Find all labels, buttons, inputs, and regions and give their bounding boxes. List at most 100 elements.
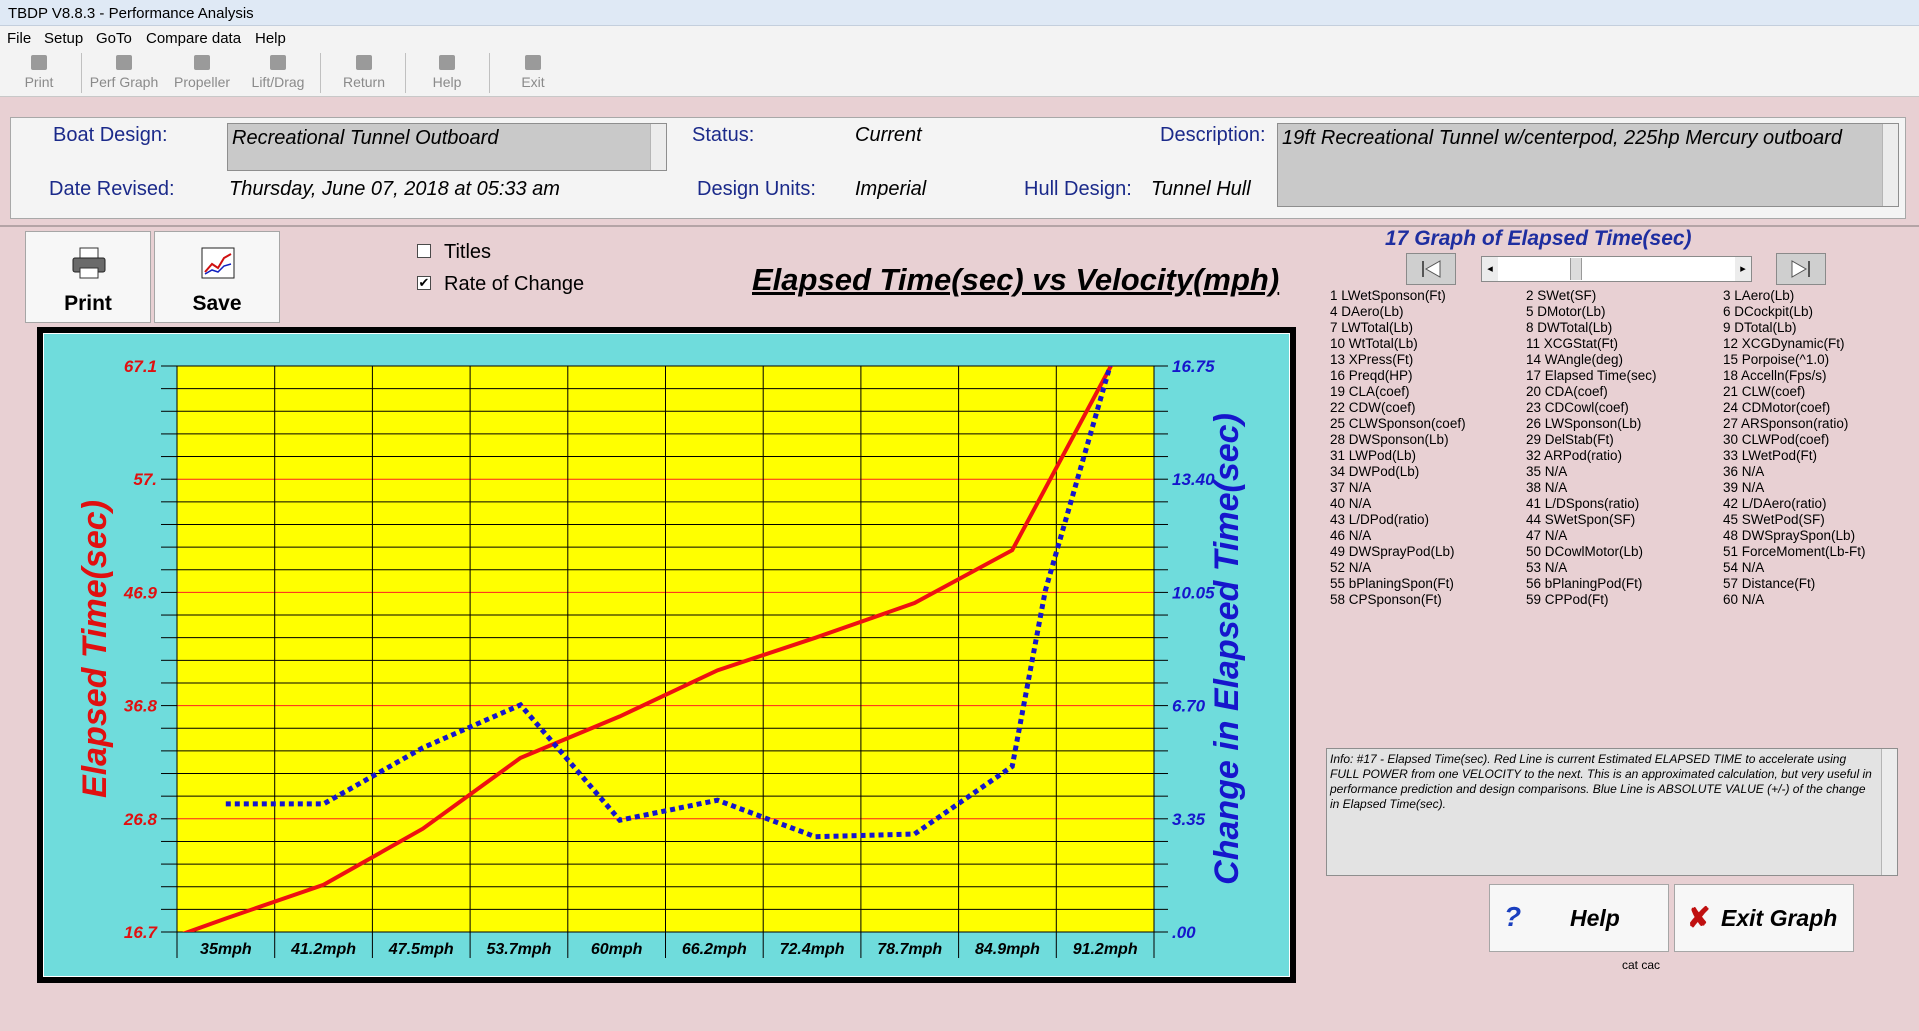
parameter-item[interactable]: 57 Distance(Ft) bbox=[1723, 576, 1815, 592]
parameter-item[interactable]: 12 XCGDynamic(Ft) bbox=[1723, 336, 1845, 352]
info-scrollbar[interactable] bbox=[1881, 749, 1897, 875]
parameter-item[interactable]: 36 N/A bbox=[1723, 464, 1764, 480]
parameter-item[interactable]: 25 CLWSponson(coef) bbox=[1330, 416, 1466, 432]
parameter-item[interactable]: 58 CPSponson(Ft) bbox=[1330, 592, 1442, 608]
window-titlebar: TBDP V8.8.3 - Performance Analysis bbox=[0, 0, 1919, 26]
parameter-item[interactable]: 55 bPlaningSpon(Ft) bbox=[1330, 576, 1454, 592]
parameter-item[interactable]: 6 DCockpit(Lb) bbox=[1723, 304, 1813, 320]
parameter-item[interactable]: 24 CDMotor(coef) bbox=[1723, 400, 1830, 416]
parameter-item[interactable]: 13 XPress(Ft) bbox=[1330, 352, 1413, 368]
parameter-item[interactable]: 34 DWPod(Lb) bbox=[1330, 464, 1419, 480]
parameter-item[interactable]: 37 N/A bbox=[1330, 480, 1371, 496]
last-graph-button[interactable] bbox=[1776, 253, 1826, 285]
menu-compare-data[interactable]: Compare data bbox=[146, 30, 241, 47]
parameter-item[interactable]: 46 N/A bbox=[1330, 528, 1371, 544]
toolbar-lift-drag-button[interactable]: Lift/Drag bbox=[244, 53, 312, 95]
toolbar-propeller-button[interactable]: Propeller bbox=[168, 53, 236, 95]
parameter-item[interactable]: 18 Accelln(Fps/s) bbox=[1723, 368, 1827, 384]
parameter-item[interactable]: 15 Porpoise(^1.0) bbox=[1723, 352, 1829, 368]
parameter-item[interactable]: 4 DAero(Lb) bbox=[1330, 304, 1404, 320]
parameter-item[interactable]: 27 ARSponson(ratio) bbox=[1723, 416, 1848, 432]
exit-graph-button[interactable]: ✘ Exit Graph bbox=[1674, 884, 1854, 952]
parameter-item[interactable]: 31 LWPod(Lb) bbox=[1330, 448, 1416, 464]
toolbar-perf-graph-label: Perf Graph bbox=[89, 74, 159, 90]
toolbar-help-button[interactable]: Help bbox=[424, 53, 470, 95]
toolbar-print-button[interactable]: Print bbox=[18, 53, 60, 95]
description-field[interactable]: 19ft Recreational Tunnel w/centerpod, 22… bbox=[1277, 123, 1899, 207]
titles-checkbox[interactable] bbox=[417, 244, 431, 258]
parameter-item[interactable]: 54 N/A bbox=[1723, 560, 1764, 576]
parameter-item[interactable]: 49 DWSprayPod(Lb) bbox=[1330, 544, 1455, 560]
parameter-item[interactable]: 19 CLA(coef) bbox=[1330, 384, 1410, 400]
menu-help[interactable]: Help bbox=[255, 30, 286, 47]
parameter-item[interactable]: 11 XCGStat(Ft) bbox=[1526, 336, 1618, 352]
parameter-item[interactable]: 3 LAero(Lb) bbox=[1723, 288, 1794, 304]
scroll-right-icon[interactable]: ▸ bbox=[1735, 257, 1751, 281]
question-icon bbox=[439, 55, 455, 70]
first-graph-button[interactable] bbox=[1406, 253, 1456, 285]
parameter-item[interactable]: 44 SWetSpon(SF) bbox=[1526, 512, 1635, 528]
parameter-item[interactable]: 56 bPlaningPod(Ft) bbox=[1526, 576, 1642, 592]
parameter-item[interactable]: 42 L/DAero(ratio) bbox=[1723, 496, 1827, 512]
boat-design-scrollbar[interactable] bbox=[650, 124, 666, 170]
toolbar-return-button[interactable]: Return bbox=[336, 53, 392, 95]
parameter-item[interactable]: 30 CLWPod(coef) bbox=[1723, 432, 1829, 448]
parameter-item[interactable]: 32 ARPod(ratio) bbox=[1526, 448, 1622, 464]
parameter-item[interactable]: 38 N/A bbox=[1526, 480, 1567, 496]
parameter-item[interactable]: 21 CLW(coef) bbox=[1723, 384, 1805, 400]
parameter-item[interactable]: 45 SWetPod(SF) bbox=[1723, 512, 1825, 528]
parameter-item[interactable]: 41 L/DSpons(ratio) bbox=[1526, 496, 1639, 512]
parameter-item[interactable]: 17 Elapsed Time(sec) bbox=[1526, 368, 1657, 384]
save-graph-button[interactable]: Save bbox=[154, 231, 280, 323]
y-tick-label: 67.1 bbox=[124, 357, 157, 376]
parameter-item[interactable]: 9 DTotal(Lb) bbox=[1723, 320, 1797, 336]
parameter-item[interactable]: 50 DCowlMotor(Lb) bbox=[1526, 544, 1643, 560]
parameter-item[interactable]: 28 DWSponson(Lb) bbox=[1330, 432, 1449, 448]
print-graph-button[interactable]: Print bbox=[25, 231, 151, 323]
parameter-item[interactable]: 35 N/A bbox=[1526, 464, 1567, 480]
parameter-item[interactable]: 48 DWSpraySpon(Lb) bbox=[1723, 528, 1855, 544]
parameter-item[interactable]: 60 N/A bbox=[1723, 592, 1764, 608]
scrollbar-thumb[interactable] bbox=[1570, 258, 1582, 280]
description-value: 19ft Recreational Tunnel w/centerpod, 22… bbox=[1282, 127, 1842, 149]
info-textbox[interactable]: Info: #17 - Elapsed Time(sec). Red Line … bbox=[1326, 748, 1898, 876]
scroll-left-icon[interactable]: ◂ bbox=[1482, 257, 1498, 281]
rate-of-change-checkbox[interactable]: ✔ bbox=[417, 276, 431, 290]
menu-setup[interactable]: Setup bbox=[44, 30, 83, 47]
parameter-item[interactable]: 16 Preqd(HP) bbox=[1330, 368, 1413, 384]
parameter-item[interactable]: 29 DelStab(Ft) bbox=[1526, 432, 1614, 448]
parameter-item[interactable]: 59 CPPod(Ft) bbox=[1526, 592, 1609, 608]
help-button[interactable]: ? Help bbox=[1489, 884, 1669, 952]
toolbar-propeller-label: Propeller bbox=[173, 74, 231, 90]
parameter-item[interactable]: 7 LWTotal(Lb) bbox=[1330, 320, 1413, 336]
parameter-item[interactable]: 40 N/A bbox=[1330, 496, 1371, 512]
menu-file[interactable]: File bbox=[7, 30, 31, 47]
graph-selector-scrollbar[interactable]: ◂ ▸ bbox=[1481, 256, 1752, 282]
parameter-item[interactable]: 26 LWSponson(Lb) bbox=[1526, 416, 1641, 432]
parameter-item[interactable]: 14 WAngle(deg) bbox=[1526, 352, 1623, 368]
parameter-item[interactable]: 52 N/A bbox=[1330, 560, 1371, 576]
parameter-item[interactable]: 33 LWetPod(Ft) bbox=[1723, 448, 1817, 464]
parameter-item[interactable]: 22 CDW(coef) bbox=[1330, 400, 1416, 416]
toolbar-perf-graph-button[interactable]: Perf Graph bbox=[86, 53, 162, 95]
parameter-item[interactable]: 20 CDA(coef) bbox=[1526, 384, 1608, 400]
parameter-item[interactable]: 5 DMotor(Lb) bbox=[1526, 304, 1606, 320]
question-icon: ? bbox=[1504, 901, 1522, 932]
parameter-item[interactable]: 47 N/A bbox=[1526, 528, 1567, 544]
parameter-item[interactable]: 51 ForceMoment(Lb-Ft) bbox=[1723, 544, 1866, 560]
parameter-item[interactable]: 43 L/DPod(ratio) bbox=[1330, 512, 1429, 528]
parameter-item[interactable]: 8 DWTotal(Lb) bbox=[1526, 320, 1612, 336]
parameter-item[interactable]: 1 LWetSponson(Ft) bbox=[1330, 288, 1446, 304]
save-graph-label: Save bbox=[192, 292, 242, 315]
toolbar-exit-button[interactable]: Exit bbox=[513, 53, 553, 95]
boat-design-field[interactable]: Recreational Tunnel Outboard bbox=[227, 123, 667, 171]
parameter-item[interactable]: 53 N/A bbox=[1526, 560, 1567, 576]
parameter-item[interactable]: 39 N/A bbox=[1723, 480, 1764, 496]
parameter-item[interactable]: 2 SWet(SF) bbox=[1526, 288, 1596, 304]
toolbar-separator bbox=[405, 53, 406, 93]
boat-design-label: Boat Design: bbox=[53, 124, 168, 146]
menu-goto[interactable]: GoTo bbox=[96, 30, 132, 47]
parameter-item[interactable]: 10 WtTotal(Lb) bbox=[1330, 336, 1418, 352]
description-scrollbar[interactable] bbox=[1882, 124, 1898, 206]
parameter-item[interactable]: 23 CDCowl(coef) bbox=[1526, 400, 1629, 416]
